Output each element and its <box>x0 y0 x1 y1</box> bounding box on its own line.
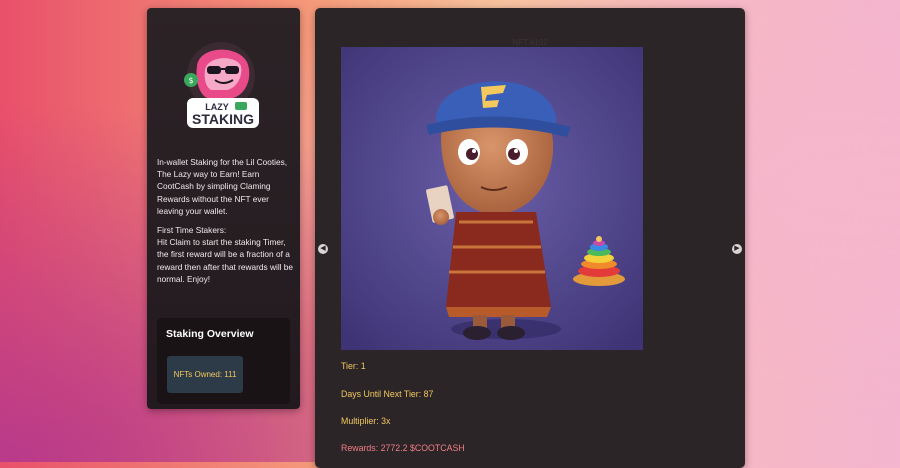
first-time-text: Hit Claim to start the staking Timer, th… <box>157 237 294 284</box>
chevron-left-icon: ◀ <box>320 245 326 252</box>
tier-text: Tier: 1 <box>341 361 366 371</box>
days-until-next-tier-text: Days Until Next Tier: 87 <box>341 389 434 399</box>
first-time-heading: First Time Stakers: <box>157 225 227 236</box>
nft-card: NFT #192 ◀ ▶ Tier: 1 Days Until Next Tie… <box>315 8 745 468</box>
sidebar: $ LAZY STAKING In-wallet Staking for the… <box>147 8 300 409</box>
intro-paragraph: In-wallet Staking for the Lil Cooties, T… <box>157 157 288 216</box>
chevron-right-icon: ▶ <box>734 245 740 252</box>
rewards-text: Rewards: 2772.2 $COOTCASH <box>341 443 465 453</box>
svg-text:$: $ <box>188 76 193 85</box>
nft-image <box>341 47 643 350</box>
lazy-staking-logo: $ LAZY STAKING <box>184 42 259 128</box>
nfts-owned-badge: NFTs Owned: 111 <box>167 356 243 393</box>
staking-overview: Staking Overview NFTs Owned: 111 <box>157 318 290 404</box>
next-nft-button[interactable]: ▶ <box>732 244 742 254</box>
logo-text-line2: STAKING <box>192 111 254 127</box>
intro-text: In-wallet Staking for the Lil Cooties, T… <box>157 156 297 292</box>
multiplier-text: Multiplier: 3x <box>341 416 391 426</box>
nft-title: NFT #192 <box>512 38 548 47</box>
previous-nft-button[interactable]: ◀ <box>318 244 328 254</box>
overview-title: Staking Overview <box>166 328 254 340</box>
